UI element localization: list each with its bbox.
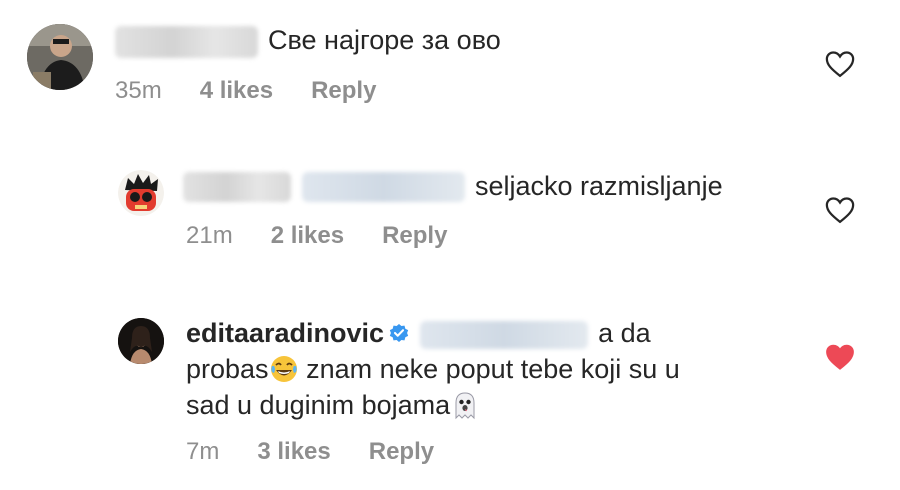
verified-badge-icon bbox=[389, 324, 409, 342]
comment-text-line-1: editaaradinovic a da bbox=[186, 315, 651, 351]
laughing-crying-emoji-icon bbox=[270, 356, 297, 382]
heart-icon[interactable] bbox=[825, 50, 855, 78]
comment-text-continued: znam neke poput tebe koji su u bbox=[298, 354, 680, 384]
comment-text-word: probas bbox=[186, 354, 269, 384]
comment-text-start: a da bbox=[598, 318, 651, 348]
avatar-cartoon bbox=[118, 170, 164, 216]
reply-button[interactable]: Reply bbox=[369, 438, 434, 466]
comment-time[interactable]: 35m bbox=[115, 77, 162, 105]
comment-text: Све најгоре за ово bbox=[268, 25, 501, 55]
reply-button[interactable]: Reply bbox=[311, 77, 376, 105]
comment-text: seljacko razmisljanje bbox=[475, 171, 723, 201]
blurred-mention bbox=[302, 172, 465, 202]
username[interactable]: editaaradinovic bbox=[186, 318, 384, 348]
ghost-emoji-icon bbox=[455, 392, 475, 420]
avatar[interactable] bbox=[27, 24, 93, 90]
comment-time[interactable]: 21m bbox=[186, 222, 233, 250]
heart-icon[interactable] bbox=[825, 196, 855, 224]
likes-count[interactable]: 3 likes bbox=[257, 438, 330, 466]
blurred-mention bbox=[420, 320, 589, 349]
likes-count[interactable]: 2 likes bbox=[271, 222, 344, 250]
blurred-username bbox=[115, 26, 258, 58]
avatar[interactable] bbox=[118, 170, 164, 216]
avatar-photo bbox=[27, 24, 93, 90]
likes-count[interactable]: 4 likes bbox=[200, 77, 273, 105]
comment-text-end: sad u duginim bojama bbox=[186, 390, 451, 420]
avatar[interactable] bbox=[118, 318, 164, 364]
comment-text-line-2: probas znam neke poput tebe koji su u bbox=[186, 351, 680, 387]
reply-button[interactable]: Reply bbox=[382, 222, 447, 250]
blurred-username bbox=[183, 172, 291, 202]
comment-time[interactable]: 7m bbox=[186, 438, 219, 466]
comment-text-line-3: sad u duginim bojama bbox=[186, 387, 480, 423]
heart-liked-icon[interactable] bbox=[825, 343, 855, 371]
avatar-photo bbox=[118, 318, 164, 364]
